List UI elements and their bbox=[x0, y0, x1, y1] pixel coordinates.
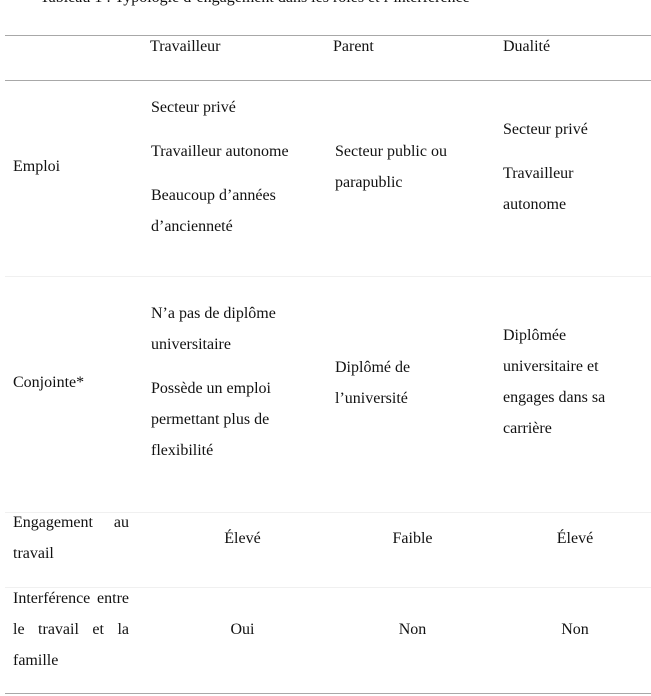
column-header-travailleur: Travailleur bbox=[150, 38, 221, 55]
cell-item: Diplômée universitaire et engages dans s… bbox=[503, 327, 606, 437]
cell-travailleur: Secteur privé Travailleur autonome Beauc… bbox=[151, 92, 311, 242]
column-header-dualite: Dualité bbox=[503, 38, 551, 55]
cell-dualite: Non bbox=[561, 621, 589, 638]
table-bottom-rule bbox=[5, 693, 651, 694]
cell-parent: Secteur public ou parapublic bbox=[335, 136, 475, 198]
cell-item: Possède un emploi permettant plus de fle… bbox=[151, 380, 271, 459]
table-caption: Tableau 1 : Typologie d’engagement dans … bbox=[40, 0, 470, 7]
cell-item: Travailleur autonome bbox=[503, 165, 574, 213]
cell-travailleur: N’a pas de diplôme universitaire Possède… bbox=[151, 298, 311, 466]
cell-item: Diplômé de l’université bbox=[335, 359, 411, 407]
cell-item: Secteur public ou parapublic bbox=[335, 143, 447, 191]
cell-parent: Diplômé de l’université bbox=[335, 352, 435, 414]
column-header-parent: Parent bbox=[333, 38, 374, 55]
cell-travailleur: Oui bbox=[230, 621, 255, 638]
cell-parent: Faible bbox=[392, 530, 433, 547]
row-label: Conjointe* bbox=[13, 374, 85, 391]
row-label: Engagement au travail bbox=[13, 514, 129, 562]
cell-item: Beaucoup d’années d’ancienneté bbox=[151, 187, 276, 235]
cell-parent: Non bbox=[398, 621, 427, 638]
cell-item: Secteur privé bbox=[503, 121, 588, 138]
table-top-rule bbox=[5, 35, 651, 36]
cell-dualite: Secteur privé Travailleur autonome bbox=[503, 114, 623, 220]
header-rule bbox=[5, 80, 651, 81]
row-label: Interférence entre le travail et la fami… bbox=[13, 590, 129, 669]
cell-item: Secteur privé bbox=[151, 99, 236, 116]
row-label: Emploi bbox=[13, 158, 61, 175]
cell-item: Travailleur autonome bbox=[151, 143, 289, 160]
cell-travailleur: Élevé bbox=[224, 530, 261, 547]
cell-item: N’a pas de diplôme universitaire bbox=[151, 305, 276, 353]
cell-dualite: Élevé bbox=[556, 530, 594, 547]
cell-dualite: Diplômée universitaire et engages dans s… bbox=[503, 320, 631, 444]
row-rule bbox=[5, 276, 651, 277]
